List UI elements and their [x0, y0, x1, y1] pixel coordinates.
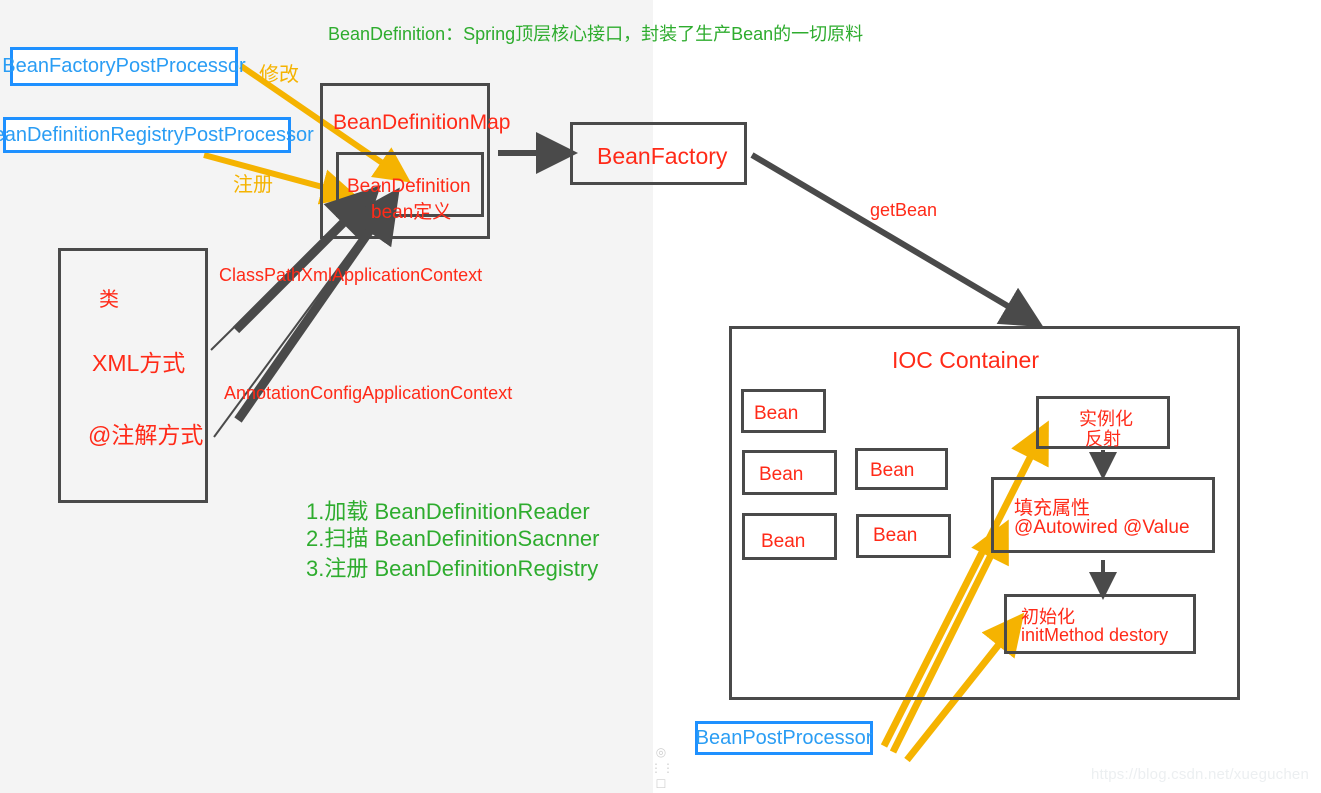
bean-label: Bean: [873, 525, 918, 546]
bean-label: Bean: [870, 460, 915, 481]
lifecycle-populate-line1: 填充属性: [1014, 498, 1091, 519]
source-line-annotation: @注解方式: [88, 422, 204, 448]
source-definition-box[interactable]: 类 XML方式 @注解方式: [58, 248, 208, 503]
edge-label-register: 注册: [233, 174, 273, 196]
bean-label: Bean: [754, 403, 799, 424]
bean-factory-box[interactable]: BeanFactory: [570, 122, 747, 185]
watermark: https://blog.csdn.net/xueguchen: [1090, 766, 1309, 783]
source-line-xml: XML方式: [92, 350, 186, 376]
diagram-canvas: BeanDefinition：Spring顶层核心接口，封装了生产Bean的一切…: [0, 0, 1321, 793]
bean-definition-registry-post-processor-box[interactable]: BeanDefinitionRegistryPostProcessor: [0, 117, 314, 153]
lifecycle-instantiate-box[interactable]: 实例化 反射: [1036, 396, 1170, 449]
bean-factory-post-processor-box[interactable]: BeanFactoryPostProcessor: [2, 47, 246, 86]
step-item-2: 2.扫描 BeanDefinitionSacnner: [306, 526, 600, 551]
bean-label: Bean: [759, 464, 804, 485]
bean-definition-registry-post-processor-label: BeanDefinitionRegistryPostProcessor: [0, 123, 314, 146]
bean-definition-map-label: BeanDefinitionMap: [333, 111, 511, 134]
lifecycle-populate-box[interactable]: 填充属性 @Autowired @Value: [991, 477, 1215, 553]
bean-factory-post-processor-label: BeanFactoryPostProcessor: [2, 55, 246, 77]
bean-definition-box[interactable]: BeanDefinition bean定义: [336, 152, 484, 223]
bean-definition-label-line2: bean定义: [371, 202, 452, 223]
bean-box-4[interactable]: Bean: [742, 513, 837, 560]
bean-post-processor-label: BeanPostProcessor: [695, 726, 873, 749]
header-note: BeanDefinition：Spring顶层核心接口，封装了生产Bean的一切…: [328, 24, 864, 44]
lifecycle-populate-line2: @Autowired @Value: [1014, 517, 1190, 538]
target-icon[interactable]: ◎: [650, 744, 672, 760]
node-layer: BeanDefinition：Spring顶层核心接口，封装了生产Bean的一切…: [0, 0, 1321, 793]
lifecycle-initialize-line2: initMethod destory: [1021, 625, 1169, 645]
bean-box-3[interactable]: Bean: [855, 448, 948, 490]
lifecycle-instantiate-line2: 反射: [1085, 429, 1121, 449]
bean-definition-label-line1: BeanDefinition: [347, 176, 471, 197]
ioc-container-title: IOC Container: [892, 347, 1040, 373]
bean-post-processor-box[interactable]: BeanPostProcessor: [695, 721, 873, 755]
mini-toolbar[interactable]: ◎ ⋮⋮ ☐: [650, 744, 674, 792]
fit-icon[interactable]: ⋮⋮: [650, 760, 674, 776]
bean-label: Bean: [761, 531, 806, 552]
frame-icon[interactable]: ☐: [650, 776, 672, 792]
bean-factory-label: BeanFactory: [597, 143, 728, 169]
bean-box-2[interactable]: Bean: [742, 450, 837, 495]
edge-label-annotationconfig: AnnotationConfigApplicationContext: [224, 383, 513, 403]
edge-label-getbean: getBean: [870, 200, 938, 220]
step-item-3: 3.注册 BeanDefinitionRegistry: [306, 556, 599, 581]
edge-label-classpathxml: ClassPathXmlApplicationContext: [219, 265, 483, 285]
edge-label-modify: 修改: [259, 64, 299, 86]
bean-box-1[interactable]: Bean: [741, 389, 826, 433]
source-line-class: 类: [99, 289, 119, 311]
lifecycle-initialize-box[interactable]: 初始化 initMethod destory: [1004, 594, 1196, 654]
bean-box-5[interactable]: Bean: [856, 514, 951, 558]
